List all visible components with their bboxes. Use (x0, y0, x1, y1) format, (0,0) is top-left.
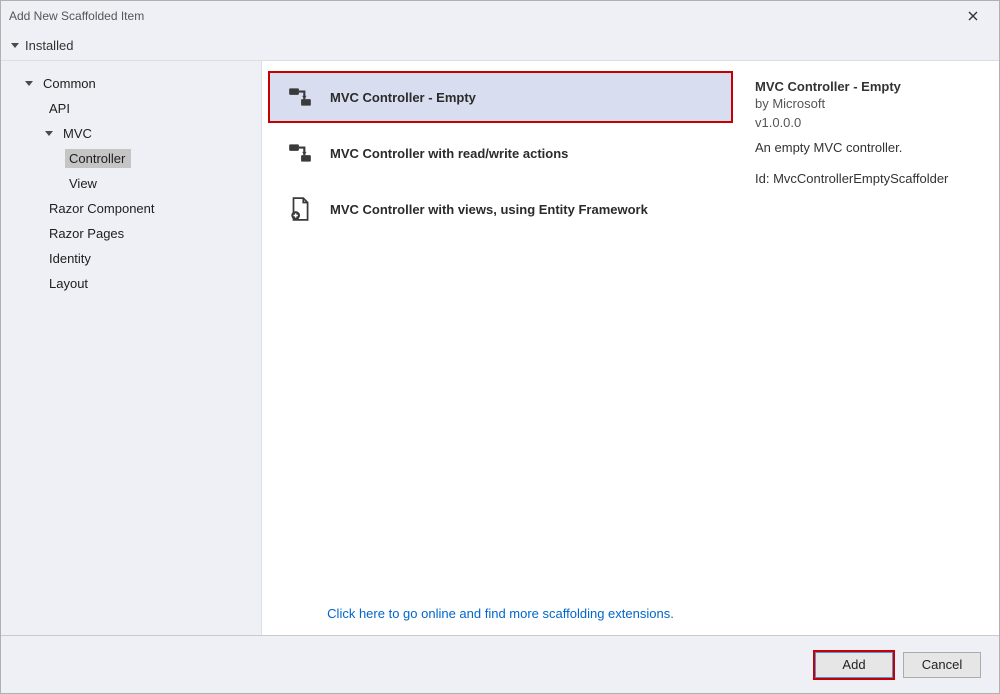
category-sidebar: Common API MVC Controller View (1, 61, 261, 635)
content-area: Common API MVC Controller View (1, 61, 999, 635)
details-version: v1.0.0.0 (755, 115, 985, 130)
add-button[interactable]: Add (815, 652, 893, 678)
tree-item-controller[interactable]: Controller (59, 146, 261, 171)
template-label: MVC Controller - Empty (330, 90, 476, 105)
tree-item-common[interactable]: Common (19, 71, 261, 96)
tree-label: API (45, 99, 76, 118)
tree-label: MVC (59, 124, 98, 143)
tree-label: Controller (65, 149, 131, 168)
file-add-icon (286, 195, 314, 223)
tab-label: Installed (25, 38, 73, 53)
template-list-panel: MVC Controller - Empty MVC Controller wi… (261, 61, 739, 635)
tree-item-razor-component[interactable]: Razor Component (39, 196, 261, 221)
tabs-bar: Installed (1, 31, 999, 61)
tree-label: Razor Component (45, 199, 161, 218)
template-row-mvc-views-ef[interactable]: MVC Controller with views, using Entity … (268, 183, 733, 235)
details-description: An empty MVC controller. (755, 140, 985, 155)
details-title: MVC Controller - Empty (755, 79, 985, 94)
tree-label: Identity (45, 249, 97, 268)
chevron-down-icon (25, 81, 33, 86)
tab-installed[interactable]: Installed (11, 38, 73, 53)
tree-label: Razor Pages (45, 224, 130, 243)
template-list: MVC Controller - Empty MVC Controller wi… (262, 71, 739, 594)
close-button[interactable] (955, 4, 991, 28)
tree-item-view[interactable]: View (59, 171, 261, 196)
close-icon (968, 11, 978, 21)
tree-item-identity[interactable]: Identity (19, 246, 261, 271)
center-footer: Click here to go online and find more sc… (262, 594, 739, 635)
tree-label: View (65, 174, 103, 193)
details-author: by Microsoft (755, 96, 985, 111)
controller-icon (286, 139, 314, 167)
titlebar: Add New Scaffolded Item (1, 1, 999, 31)
controller-icon (286, 83, 314, 111)
dialog-footer: Add Cancel (1, 635, 999, 693)
details-id: Id: MvcControllerEmptyScaffolder (755, 171, 985, 186)
cancel-button[interactable]: Cancel (903, 652, 981, 678)
template-row-mvc-empty[interactable]: MVC Controller - Empty (268, 71, 733, 123)
window-title: Add New Scaffolded Item (9, 9, 144, 23)
tree-item-razor-pages[interactable]: Razor Pages (39, 221, 261, 246)
tree-item-layout[interactable]: Layout (19, 271, 261, 296)
tree-label: Layout (45, 274, 94, 293)
template-row-mvc-readwrite[interactable]: MVC Controller with read/write actions (268, 127, 733, 179)
chevron-down-icon (11, 43, 19, 48)
chevron-down-icon (45, 131, 53, 136)
tree-label: Common (39, 74, 102, 93)
tree-item-api[interactable]: API (39, 96, 261, 121)
tree-item-mvc[interactable]: MVC (39, 121, 261, 146)
details-panel: MVC Controller - Empty by Microsoft v1.0… (739, 61, 999, 635)
template-label: MVC Controller with views, using Entity … (330, 202, 648, 217)
online-extensions-link[interactable]: Click here to go online and find more sc… (327, 606, 674, 621)
template-label: MVC Controller with read/write actions (330, 146, 568, 161)
